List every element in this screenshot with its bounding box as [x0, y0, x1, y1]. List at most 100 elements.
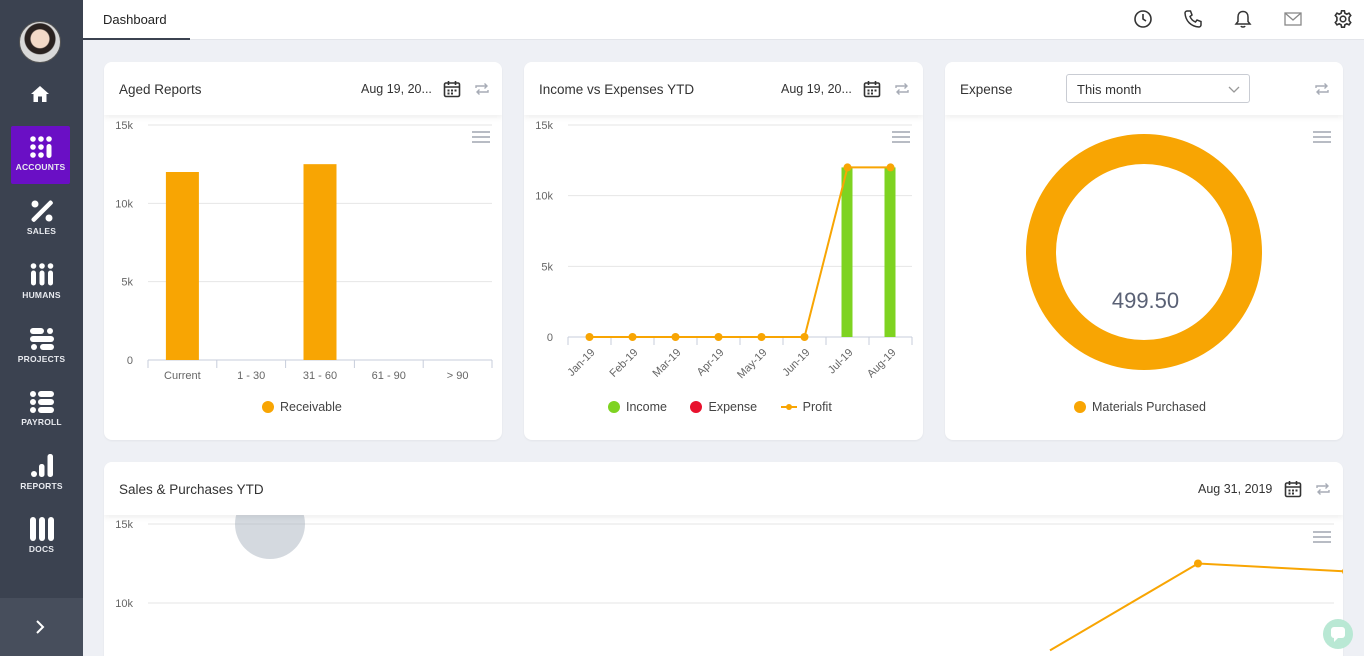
x-tick-label: Mar-19 — [650, 347, 683, 380]
profit-point — [585, 333, 594, 341]
chat-icon — [1331, 627, 1345, 642]
profit-point — [757, 333, 766, 341]
bell-icon[interactable] — [1233, 9, 1253, 29]
select-value: This month — [1077, 82, 1142, 97]
sidebar-item-sales[interactable]: SALES — [0, 190, 83, 248]
refresh-icon[interactable] — [1312, 79, 1332, 99]
series-point — [1194, 559, 1202, 568]
donut-total: 499.50 — [1111, 288, 1180, 313]
sidebar-item-projects[interactable]: PROJECTS — [0, 318, 83, 376]
sidebar-item-accounts[interactable]: ACCOUNTS — [11, 126, 70, 184]
card-title: Aged Reports — [119, 82, 202, 97]
chart-legend[interactable]: Income Expense Profit — [608, 400, 832, 414]
refresh-icon[interactable] — [892, 79, 912, 99]
legend-dot — [1074, 401, 1086, 413]
card-header: Aged Reports Aug 19, 20... — [104, 62, 502, 115]
gear-icon[interactable] — [1333, 9, 1353, 29]
x-tick-label: Jul-19 — [826, 347, 856, 377]
profit-point — [671, 333, 680, 341]
bar-income — [841, 167, 853, 337]
clock-icon[interactable] — [1133, 9, 1153, 29]
legend-label: Materials Purchased — [1092, 400, 1206, 414]
date-label: Aug 31, 2019 — [1198, 482, 1273, 496]
x-tick-label: May-19 — [735, 347, 769, 381]
mail-icon[interactable] — [1283, 9, 1303, 29]
y-tick-label: 15k — [115, 519, 133, 531]
avatar[interactable] — [19, 21, 61, 63]
date-label: Aug 19, 20... — [361, 82, 432, 96]
sidebar-item-label: DOCS — [28, 544, 55, 554]
y-tick-label: 0 — [547, 332, 553, 344]
x-tick-label: 1 - 30 — [237, 370, 265, 382]
chart-legend[interactable]: Receivable — [262, 400, 342, 414]
calendar-icon[interactable] — [442, 79, 462, 99]
sidebar-item-label: HUMANS — [22, 290, 61, 300]
sidebar-item-label: ACCOUNTS — [15, 162, 66, 172]
card-header: Sales & Purchases YTD Aug 31, 2019 — [104, 462, 1343, 515]
aged-reports-card: Aged Reports Aug 19, 20... 0 5k 10k 15k Curr… — [104, 62, 502, 440]
series-point — [1342, 568, 1343, 575]
sidebar-item-docs[interactable]: DOCS — [0, 508, 83, 566]
legend-label: Profit — [802, 400, 832, 414]
docs-icon — [29, 517, 54, 541]
y-tick-label: 15k — [535, 120, 553, 132]
percent-icon — [31, 200, 53, 222]
income-expenses-card: Income vs Expenses YTD Aug 19, 20... 0 5k… — [524, 62, 923, 440]
chevron-down-icon — [1228, 86, 1240, 93]
legend-dot — [262, 401, 274, 413]
y-tick-label: 0 — [127, 355, 133, 367]
sidebar-item-reports[interactable]: REPORTS — [0, 445, 83, 503]
sidebar: ACCOUNTS SALES HUMANS PROJECTS PAYROLL R… — [0, 0, 83, 656]
profit-point — [628, 333, 637, 341]
donut-slice[interactable] — [1026, 134, 1262, 370]
sidebar-item-payroll[interactable]: PAYROLL — [0, 381, 83, 439]
profit-point — [843, 163, 852, 172]
bar — [165, 172, 199, 360]
phone-icon[interactable] — [1183, 9, 1203, 29]
people-icon — [30, 263, 53, 286]
x-tick-label: Current — [164, 370, 201, 382]
profit-point — [886, 163, 895, 172]
sidebar-item-label: PAYROLL — [21, 417, 62, 427]
expense-donut-chart — [1026, 134, 1262, 370]
legend-label: Receivable — [280, 400, 342, 414]
card-title: Expense — [960, 82, 1013, 97]
chat-button[interactable] — [1323, 619, 1353, 649]
card-title: Income vs Expenses YTD — [539, 82, 695, 97]
sidebar-item-label: PROJECTS — [17, 354, 66, 364]
refresh-icon[interactable] — [472, 79, 492, 99]
series-line — [1049, 562, 1343, 652]
y-tick-label: 10k — [115, 598, 133, 610]
sidebar-item-label: SALES — [26, 226, 57, 236]
legend-line — [780, 403, 797, 410]
x-tick-label: Jan-19 — [565, 347, 597, 379]
legend-label: Income — [626, 400, 667, 414]
period-select[interactable]: This month — [1066, 74, 1250, 103]
x-tick-label: Jun-19 — [780, 347, 812, 379]
sales-purchases-card: Sales & Purchases YTD Aug 31, 2019 10k 15… — [104, 462, 1343, 656]
x-tick-label: Feb-19 — [607, 347, 640, 380]
profit-point — [800, 333, 809, 341]
tab-dashboard[interactable]: Dashboard — [83, 0, 190, 40]
bar-income — [884, 167, 896, 337]
date-label: Aug 19, 20... — [781, 82, 852, 96]
legend-dot — [608, 401, 620, 413]
chart-legend[interactable]: Materials Purchased — [1074, 400, 1206, 414]
grid-dots-icon — [29, 136, 52, 158]
expense-card: Expense This month 499.50 Materials Purc… — [945, 62, 1343, 440]
home-icon[interactable] — [30, 85, 50, 103]
payroll-icon — [29, 391, 54, 413]
profit-point — [714, 333, 723, 341]
aged-reports-chart: 0 5k 10k 15k Current 1 - 30 31 - 60 61 - 90 > 90 — [115, 120, 493, 382]
calendar-icon[interactable] — [862, 79, 882, 99]
refresh-icon[interactable] — [1313, 479, 1333, 499]
y-tick-label: 10k — [115, 198, 133, 210]
sidebar-item-humans[interactable]: HUMANS — [0, 254, 83, 312]
y-tick-label: 15k — [115, 120, 133, 132]
x-tick-label: 61 - 90 — [372, 370, 406, 382]
x-tick-label: > 90 — [447, 370, 469, 382]
sidebar-item-label: REPORTS — [20, 481, 63, 491]
calendar-icon[interactable] — [1283, 479, 1303, 499]
sidebar-expand-button[interactable] — [0, 598, 83, 656]
top-bar: Dashboard — [83, 0, 1364, 40]
